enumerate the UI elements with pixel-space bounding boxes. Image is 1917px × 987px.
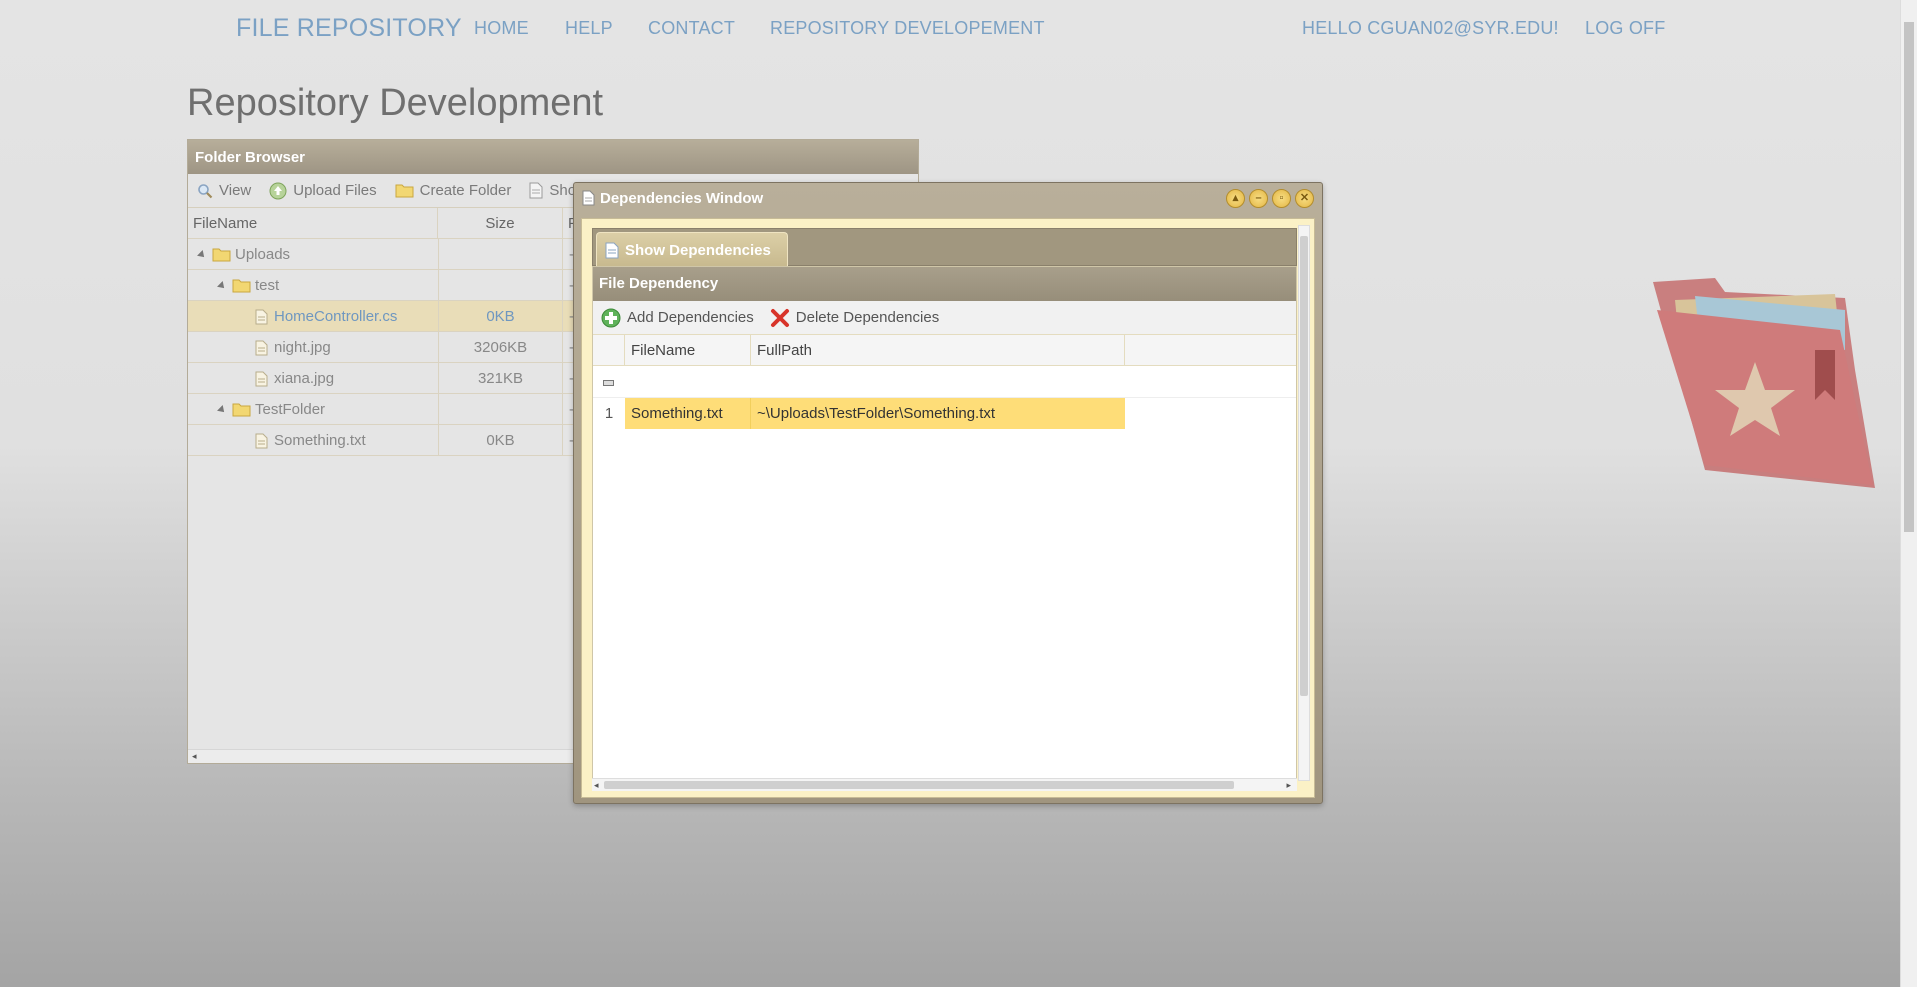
window-title: Dependencies Window <box>600 189 764 207</box>
maximize-button[interactable]: ▫ <box>1272 189 1291 208</box>
tree-item-size: 0KB <box>438 301 563 332</box>
delete-dependencies-button[interactable]: Delete Dependencies <box>770 308 939 328</box>
maximize-icon: ▫ <box>1279 192 1284 204</box>
expand-arrow-icon[interactable] <box>197 249 207 260</box>
table-row[interactable]: 1 Something.txt ~\Uploads\TestFolder\Som… <box>593 398 1296 429</box>
nav-hello-user[interactable]: HELLO CGUAN02@SYR.EDU! <box>1302 18 1559 39</box>
brand-link[interactable]: FILE REPOSITORY <box>236 14 462 43</box>
tree-item-label: Something.txt <box>274 432 366 449</box>
tree-item-label: Uploads <box>235 246 291 263</box>
expand-arrow-icon[interactable] <box>217 404 227 415</box>
filter-row <box>593 366 1296 398</box>
folder-icon <box>395 184 414 198</box>
tree-item-size <box>438 394 563 425</box>
folder-browser-title: Folder Browser <box>188 140 918 174</box>
horizontal-scrollbar[interactable]: ◂ ▸ <box>592 778 1297 791</box>
minimize-icon: – <box>1255 192 1262 204</box>
tree-item-size <box>438 239 563 270</box>
show-dependencies-button[interactable]: Sho <box>529 182 576 199</box>
delete-dependencies-label: Delete Dependencies <box>795 309 940 326</box>
document-icon <box>529 182 543 199</box>
page-scroll-thumb[interactable] <box>1904 22 1914 532</box>
dependency-toolbar: Add Dependencies Delete Dependencies <box>593 301 1296 335</box>
file-dependency-title: File Dependency <box>593 267 1296 301</box>
window-controls: ▴ – ▫ ✕ <box>1226 189 1314 208</box>
add-dependencies-button[interactable]: Add Dependencies <box>601 308 754 328</box>
nav-help[interactable]: HELP <box>565 18 613 39</box>
cell-filename[interactable]: Something.txt <box>625 398 751 429</box>
folder-icon <box>212 248 231 262</box>
scroll-thumb[interactable] <box>1300 236 1308 696</box>
tree-item-size: 3206KB <box>438 332 563 363</box>
add-icon <box>601 308 621 327</box>
tab-strip: Show Dependencies <box>592 228 1297 267</box>
upload-files-button[interactable]: Upload Files <box>269 182 377 200</box>
upload-files-label: Upload Files <box>293 182 377 199</box>
row-number: 1 <box>593 398 625 429</box>
tree-item-label: test <box>255 277 280 294</box>
folder-icon <box>232 279 251 293</box>
scroll-right-icon[interactable]: ▸ <box>1286 780 1291 791</box>
view-label: View <box>219 182 252 199</box>
nav-contact[interactable]: CONTACT <box>648 18 735 39</box>
create-folder-label: Create Folder <box>419 182 512 199</box>
top-nav: FILE REPOSITORY HOME HELP CONTACT REPOSI… <box>0 0 1900 56</box>
file-icon <box>255 340 268 355</box>
scroll-left-icon[interactable]: ◂ <box>594 780 599 791</box>
vertical-scrollbar[interactable] <box>1298 225 1310 781</box>
row-number-header <box>593 335 625 366</box>
column-filename[interactable]: FileName <box>188 208 438 239</box>
tree-item-size: 0KB <box>438 425 563 456</box>
document-icon <box>605 242 619 258</box>
close-button[interactable]: ✕ <box>1295 189 1314 208</box>
tree-item-label: TestFolder <box>255 401 326 418</box>
window-titlebar[interactable]: Dependencies Window <box>574 183 1322 213</box>
scroll-left-icon[interactable]: ◂ <box>192 751 197 762</box>
upload-icon <box>269 182 287 199</box>
file-icon <box>255 371 268 386</box>
tree-item-size <box>438 270 563 301</box>
nav-home[interactable]: HOME <box>474 18 529 39</box>
add-dependencies-label: Add Dependencies <box>627 309 754 326</box>
nav-repository-development[interactable]: REPOSITORY DEVELOPEMENT <box>770 18 1045 39</box>
magnifier-icon <box>198 183 213 198</box>
nav-log-off[interactable]: LOG OFF <box>1585 18 1665 39</box>
tree-item-label: HomeController.cs <box>274 308 398 325</box>
file-dependency-panel: File Dependency Add Dependencies Delete … <box>592 266 1297 782</box>
tree-item-size: 321KB <box>438 363 563 394</box>
create-folder-button[interactable]: Create Folder <box>395 182 512 199</box>
scroll-thumb[interactable] <box>604 781 1234 789</box>
file-icon <box>255 433 268 448</box>
page-scrollbar[interactable] <box>1900 0 1917 987</box>
view-button[interactable]: View <box>197 182 251 199</box>
column-fullpath[interactable]: FullPath <box>751 335 1125 366</box>
dependency-grid-header: FileName FullPath <box>593 335 1296 366</box>
delete-icon <box>770 308 789 327</box>
collapse-button[interactable]: ▴ <box>1226 189 1245 208</box>
close-icon: ✕ <box>1299 192 1310 204</box>
collapse-group-icon[interactable] <box>603 380 614 386</box>
file-icon <box>255 309 268 324</box>
dependencies-window: Dependencies Window ▴ – ▫ ✕ Show Depende… <box>573 182 1323 804</box>
tree-item-label: xiana.jpg <box>274 370 335 387</box>
column-filename[interactable]: FileName <box>625 335 751 366</box>
expand-arrow-icon[interactable] <box>217 280 227 291</box>
minimize-button[interactable]: – <box>1249 189 1268 208</box>
window-body: Show Dependencies File Dependency Add De… <box>581 218 1315 798</box>
tab-label: Show Dependencies <box>625 241 771 259</box>
document-icon <box>582 190 595 206</box>
tab-show-dependencies[interactable]: Show Dependencies <box>596 232 788 267</box>
folder-star-illustration <box>1653 278 1875 488</box>
page-title: Repository Development <box>187 82 604 124</box>
tree-item-label: night.jpg <box>274 339 331 356</box>
cell-fullpath[interactable]: ~\Uploads\TestFolder\Something.txt <box>751 398 1125 429</box>
folder-icon <box>232 403 251 417</box>
chevron-up-icon: ▴ <box>1232 192 1239 204</box>
column-size[interactable]: Size <box>438 208 563 239</box>
